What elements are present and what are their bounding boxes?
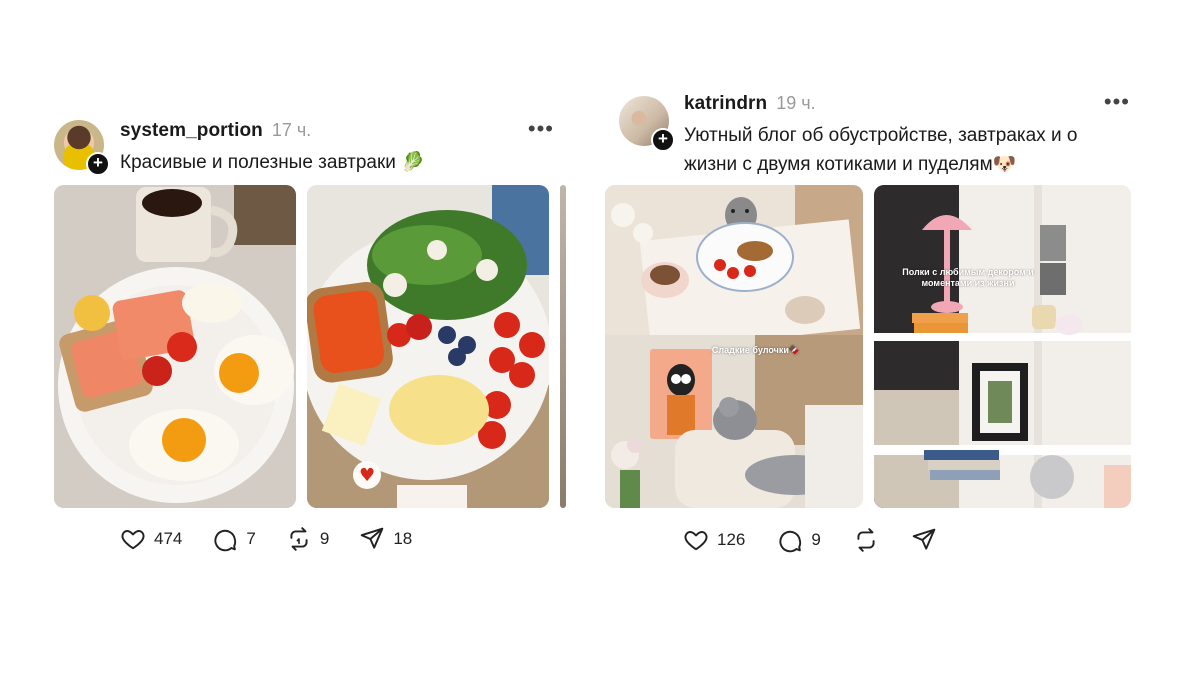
like-action[interactable]: 474 xyxy=(120,526,182,552)
comment-count: 7 xyxy=(246,529,256,548)
share-count: 18 xyxy=(393,529,413,548)
shelf-illustration xyxy=(874,185,1131,508)
username[interactable]: system_portion xyxy=(120,120,263,142)
post-time: 19 ч. xyxy=(776,93,816,113)
post-caption: Красивые и полезные завтраки 🥬 xyxy=(120,152,425,173)
post-caption-line-2: жизни с двумя котиками и пуделям🐶 xyxy=(684,154,1017,175)
shelf-photo[interactable]: Полки с любимым декором и моментами из ж… xyxy=(874,185,1131,508)
post-media-carousel[interactable]: Сладкие булочки🍫 Полки с любимым декором… xyxy=(605,185,1131,508)
repost-action[interactable] xyxy=(853,527,879,553)
post-media-carousel[interactable]: ♥ xyxy=(54,185,566,508)
post-actions: 126 9 xyxy=(683,527,937,553)
breakfast-photo-3-partial[interactable] xyxy=(560,185,566,508)
username[interactable]: katrindrn xyxy=(684,93,767,115)
comment-action[interactable]: 7 xyxy=(212,526,256,552)
post-caption-line-1: Уютный блог об обустройстве, завтраках и… xyxy=(684,125,1078,146)
svg-text:♥: ♥ xyxy=(359,465,375,486)
collage-overlay-text: Сладкие булочки🍫 xyxy=(711,345,801,355)
comment-icon[interactable] xyxy=(777,527,803,553)
caviar-toast xyxy=(307,281,393,383)
repost-count: 9 xyxy=(319,529,330,548)
send-icon[interactable] xyxy=(359,526,385,552)
share-action[interactable]: 18 xyxy=(359,526,412,552)
heart-icon[interactable] xyxy=(120,526,146,552)
repost-icon[interactable] xyxy=(853,527,879,553)
heart-icon[interactable] xyxy=(683,527,709,553)
comment-count: 9 xyxy=(811,530,821,549)
table-setting-illustration xyxy=(605,185,863,351)
follow-plus-icon[interactable]: + xyxy=(86,152,110,176)
more-horizontal-icon[interactable]: ••• xyxy=(1104,91,1130,113)
breakfast-photo-2[interactable]: ♥ xyxy=(307,185,549,508)
repost-action[interactable]: 9 xyxy=(286,526,329,552)
share-action[interactable] xyxy=(911,527,937,553)
post-header: katrindrn 19 ч. ••• Уютный блог об обуст… xyxy=(684,91,1135,179)
arugula-salad xyxy=(367,210,527,320)
like-action[interactable]: 126 xyxy=(683,527,745,553)
send-icon[interactable] xyxy=(911,527,937,553)
collage-bottom-photo: Сладкие булочки🍫 xyxy=(605,335,863,508)
post-header: system_portion 17 ч. ••• Красивые и поле… xyxy=(120,118,554,177)
post-avatar-wrap[interactable]: + xyxy=(54,120,110,176)
like-count: 126 xyxy=(717,530,746,549)
post-actions: 474 7 9 18 xyxy=(120,526,412,552)
comment-action[interactable]: 9 xyxy=(777,527,821,553)
like-count: 474 xyxy=(154,529,183,548)
shelf-overlay-text: Полки с любимым декором и моментами из ж… xyxy=(888,267,1048,289)
shelf-overlay-line-1: Полки с любимым декором и xyxy=(902,267,1034,277)
repost-icon[interactable] xyxy=(286,526,312,552)
post-avatar-wrap[interactable]: + xyxy=(619,96,675,152)
comment-icon[interactable] xyxy=(212,526,238,552)
shelf-overlay-line-2: моментами из жизни xyxy=(921,278,1015,288)
follow-plus-icon[interactable]: + xyxy=(651,128,675,152)
cats-room-illustration xyxy=(605,335,863,508)
post-time: 17 ч. xyxy=(271,120,312,140)
breakfast-photo-2-illustration: ♥ xyxy=(307,185,549,508)
post-caption: Уютный блог об обустройстве, завтраках и… xyxy=(684,121,1135,179)
collage-top-photo xyxy=(605,185,863,351)
breakfast-photo-1[interactable] xyxy=(54,185,296,508)
collage-photo[interactable]: Сладкие булочки🍫 xyxy=(605,185,863,508)
breakfast-photo-1-illustration xyxy=(54,185,296,508)
more-horizontal-icon[interactable]: ••• xyxy=(528,118,554,140)
